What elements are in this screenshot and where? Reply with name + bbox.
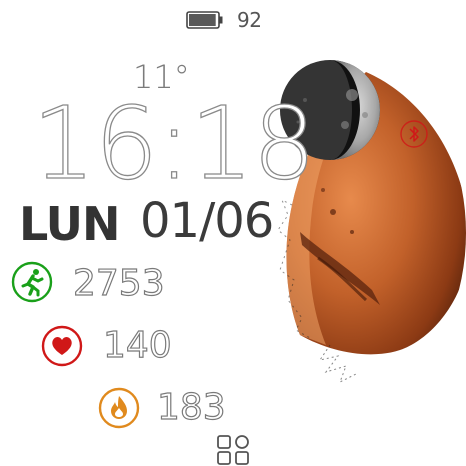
apps-grid-icon[interactable] [214,432,254,466]
flame-icon[interactable] [98,387,140,429]
running-man-icon[interactable] [11,261,53,303]
battery-level-value: 92 [237,8,262,32]
time-display: 16:18 [31,85,316,202]
heart-rate-value: 140 [102,324,172,366]
weekday-label: LUN [19,197,121,251]
battery-icon [186,11,223,29]
steps-value: 2753 [72,262,165,304]
bluetooth-icon [400,120,428,148]
heart-icon[interactable] [41,325,83,367]
watch-face: 92 11° 16:18 LUN 01/06 2753 140 183 [0,0,466,466]
date-value[interactable]: 01/06 [140,193,274,249]
calories-value: 183 [156,386,226,428]
